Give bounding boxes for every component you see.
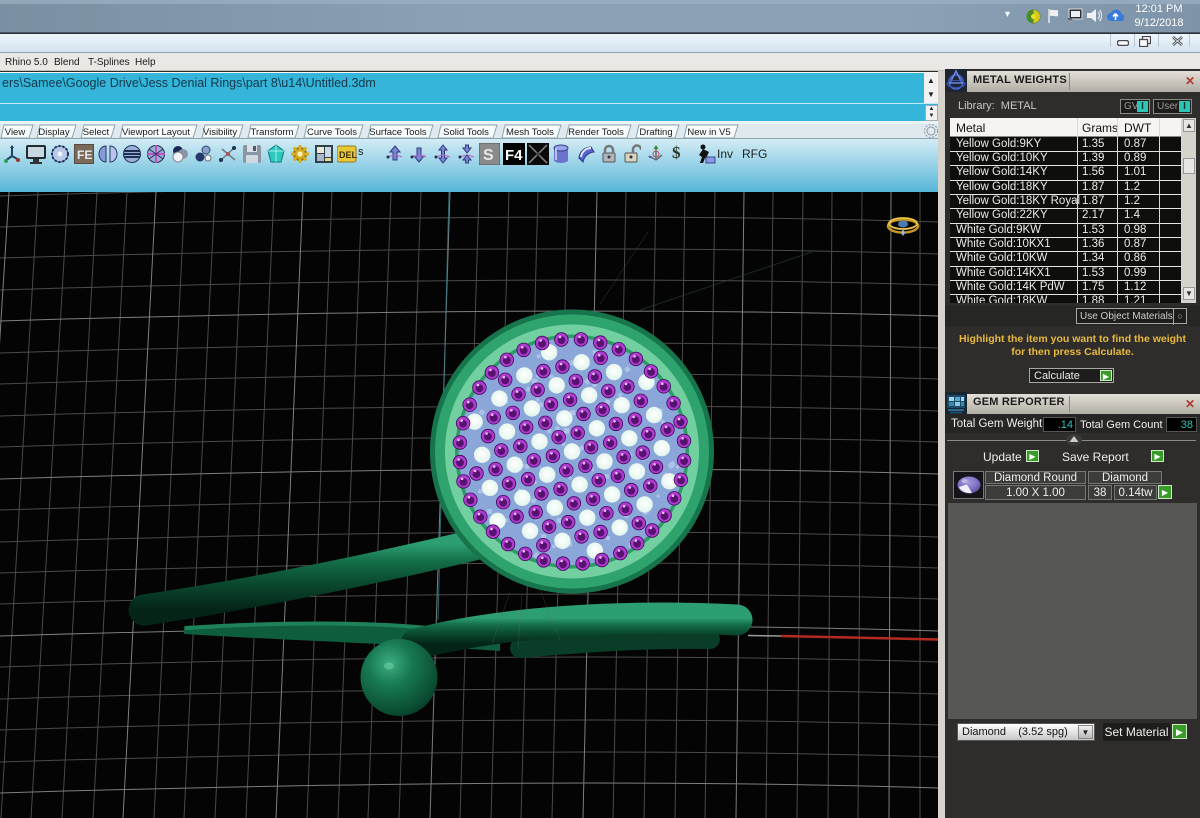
svg-text:New in V5: New in V5 [687, 127, 730, 138]
svg-text:DEL: DEL [339, 150, 357, 160]
svg-text:Render Tools: Render Tools [568, 127, 624, 138]
svg-text:F4: F4 [505, 147, 523, 164]
svg-text:Drafting: Drafting [639, 127, 672, 138]
svg-text:Display: Display [38, 127, 69, 138]
svg-text:S: S [483, 147, 494, 164]
svg-text:Select: Select [83, 127, 110, 138]
svg-text:FE: FE [77, 148, 92, 162]
svg-text:Curve Tools: Curve Tools [307, 127, 357, 138]
svg-text:Solid Tools: Solid Tools [443, 127, 489, 138]
svg-text:Viewport Layout: Viewport Layout [122, 127, 190, 138]
svg-text:Mesh Tools: Mesh Tools [506, 127, 554, 138]
svg-text:Visibility: Visibility [203, 127, 237, 138]
svg-text:Transform: Transform [251, 127, 294, 138]
svg-text:Surface Tools: Surface Tools [369, 127, 427, 138]
svg-text:View: View [5, 127, 26, 138]
